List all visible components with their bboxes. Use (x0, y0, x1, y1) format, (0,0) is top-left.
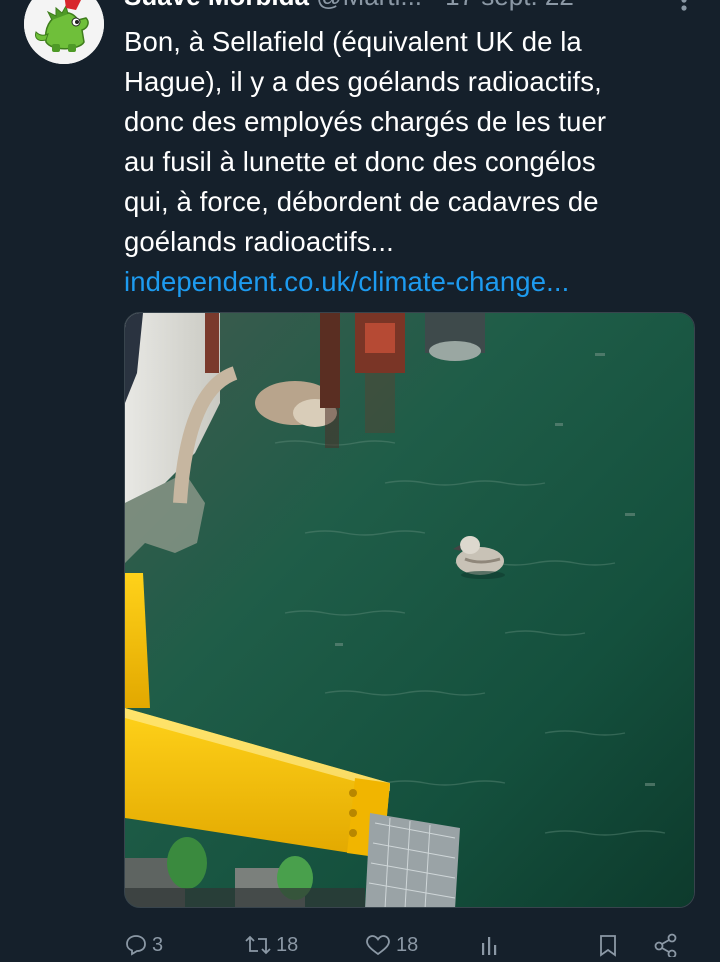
share-button[interactable] (652, 930, 680, 960)
more-options-icon[interactable] (674, 0, 694, 18)
bar-chart-icon (482, 937, 497, 955)
heart-icon (366, 935, 390, 956)
reply-count: 3 (152, 934, 164, 956)
tweet-text-line: donc des employés chargés de les tuer (124, 106, 607, 137)
retweet-icon (245, 935, 271, 955)
like-count: 18 (396, 934, 419, 956)
tweet-text-line: au fusil à lunette et donc des congélos (124, 146, 596, 177)
like-button[interactable]: 18 (364, 930, 418, 960)
seagull-pond-photo (125, 313, 694, 907)
tweet-text-line: Hague), il y a des goélands radioactifs, (124, 66, 602, 97)
tweet-text-line: goélands radioactifs... (124, 226, 394, 257)
retweet-count: 18 (276, 934, 299, 956)
author-display-name[interactable]: Suave Morbida (124, 0, 309, 11)
tweet-action-bar: 3 18 18 (0, 922, 720, 962)
retweet-button[interactable]: 18 (244, 930, 298, 960)
green-dinosaur-avatar-icon (24, 0, 104, 64)
tweet-header: Suave Morbida @Marti... · 17 sept. 22 (124, 0, 704, 14)
bookmark-button[interactable] (596, 930, 620, 960)
tweet-photo[interactable] (124, 312, 695, 908)
tweet-text-line: qui, à force, débordent de cadavres de (124, 186, 599, 217)
author-handle[interactable]: @Marti... (316, 0, 422, 11)
reply-icon (126, 935, 146, 956)
bookmark-icon (600, 935, 616, 957)
reply-button[interactable]: 3 (124, 930, 163, 960)
tweet-link[interactable]: independent.co.uk/climate-change... (124, 262, 684, 302)
tweet-text-line: Bon, à Sellafield (équivalent UK de la (124, 26, 582, 57)
tweet-timestamp[interactable]: 17 sept. 22 (445, 0, 574, 11)
author-avatar[interactable] (24, 0, 104, 64)
tweet-text: Bon, à Sellafield (équivalent UK de la H… (124, 22, 684, 302)
header-separator: · (429, 0, 438, 11)
views-button[interactable] (478, 930, 502, 960)
share-icon (654, 933, 677, 957)
